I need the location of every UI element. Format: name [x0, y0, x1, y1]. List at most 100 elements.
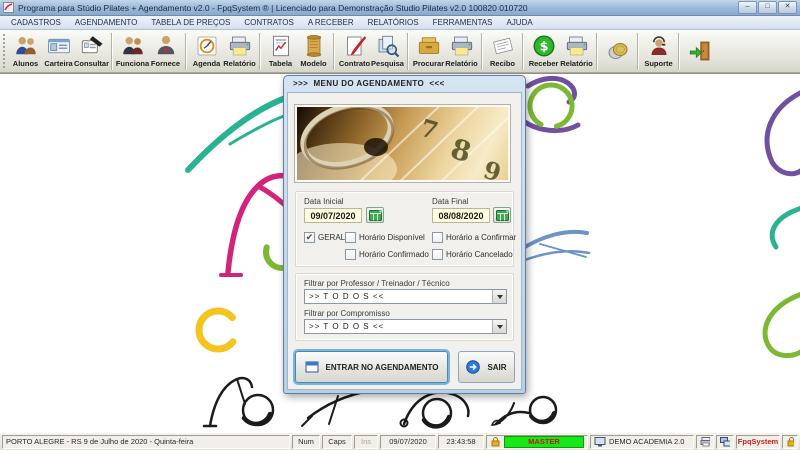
svg-text:$: $ [539, 40, 548, 55]
date-end-label: Data Final [432, 197, 469, 206]
checkbox-horario-disponivel[interactable]: Horário Disponível [345, 232, 425, 243]
report-printer-icon [451, 36, 472, 56]
checkbox-horario-cancelado[interactable]: Horário Cancelado [432, 249, 513, 260]
compromisso-filter-select[interactable]: >> T O D O S << [304, 319, 507, 334]
menu-item-cadastros[interactable]: CADASTROS [4, 16, 68, 30]
toolbar-button-relatorio-receber[interactable]: Relatório [560, 34, 593, 68]
app-icon [3, 2, 14, 13]
lock-icon [787, 437, 794, 447]
status-bar: PORTO ALEGRE - RS 9 de Julho de 2020 - Q… [0, 432, 800, 450]
checkbox-horario-a-confirmar[interactable]: Horário a Confirmar [432, 232, 516, 243]
checkbox-box [345, 249, 356, 260]
menu-item-tabela-de-precos[interactable]: TABELA DE PREÇOS [144, 16, 237, 30]
support-person-icon [651, 36, 666, 55]
toolbar-button-receber[interactable]: $ Receber [527, 34, 560, 68]
search-docs-icon [378, 35, 399, 58]
calendar-icon [495, 210, 509, 221]
toolbar-button-pesquisa[interactable]: Pesquisa [371, 34, 404, 68]
employees-icon [122, 37, 143, 55]
toolbar-button-contrato[interactable]: Contrato [338, 34, 371, 68]
date-start-calendar-button[interactable] [366, 207, 384, 223]
status-caps-lock: Caps [322, 434, 352, 449]
toolbar-separator [481, 32, 483, 70]
entrar-agendamento-button[interactable]: ENTRAR NO AGENDAMENTO [295, 351, 448, 383]
coins-icon [607, 42, 628, 59]
toolbar-button-agenda[interactable]: Agenda [190, 34, 223, 68]
status-date: 09/07/2020 [380, 434, 436, 449]
supplier-icon [157, 35, 174, 55]
id-card-icon [47, 38, 70, 54]
arrow-circle-icon [466, 360, 481, 374]
window-title: Programa para Stúdio Pilates + Agendamen… [18, 2, 528, 13]
svg-text:7: 7 [417, 113, 441, 145]
toolbar-button-tabela[interactable]: Tabela [264, 34, 297, 68]
consult-card-icon [81, 36, 102, 54]
toolbar-button-relatorio-procurar[interactable]: Relatório [445, 34, 478, 68]
toolbar-separator [637, 32, 639, 70]
toolbar-button-funciona[interactable]: Funciona [116, 34, 149, 68]
toolbar-button-relatorio-agenda[interactable]: Relatório [223, 34, 256, 68]
date-end-calendar-button[interactable] [493, 207, 511, 223]
filters-group: Filtrar por Professor / Treinador / Técn… [295, 273, 514, 341]
menu-item-a-receber[interactable]: A RECEBER [301, 16, 361, 30]
status-brand: FpqSystem [736, 434, 780, 449]
scroll-icon [306, 35, 321, 57]
toolbar-button-recibo[interactable]: Recibo [486, 34, 519, 68]
status-network-cell [716, 434, 734, 449]
exit-door-icon [689, 41, 709, 60]
menu-item-ajuda[interactable]: AJUDA [499, 16, 539, 30]
window-icon [305, 361, 319, 373]
agendamento-dialog: >>> MENU DO AGENDAMENTO <<< 7 8 9 Data I… [283, 75, 526, 394]
file-drawer-icon [418, 37, 439, 54]
status-user-badge: MASTER [504, 435, 584, 448]
toolbar-button-carteira[interactable]: Carteira [42, 34, 75, 68]
toolbar-separator [333, 32, 335, 70]
receipt-icon [492, 37, 513, 55]
date-end-field[interactable]: 08/08/2020 [432, 208, 490, 223]
svg-text:8: 8 [447, 132, 475, 169]
toolbar-button-sair-app[interactable] [683, 39, 716, 64]
toolbar-separator [259, 32, 261, 70]
menu-item-ferramentas[interactable]: FERRAMENTAS [426, 16, 500, 30]
dialog-titlebar[interactable]: >>> MENU DO AGENDAMENTO <<< [284, 76, 525, 91]
date-start-field[interactable]: 09/07/2020 [304, 208, 362, 223]
date-start-label: Data Inicial [304, 197, 344, 206]
status-lock-cell [782, 434, 798, 449]
toolbar-button-alunos[interactable]: Alunos [9, 34, 42, 68]
workspace: >>> MENU DO AGENDAMENTO <<< 7 8 9 Data I… [0, 73, 800, 433]
toolbar-button-consultar[interactable]: Consultar [74, 34, 109, 68]
checkbox-geral[interactable]: ✔ GERAL [304, 232, 345, 243]
contract-quill-icon [346, 36, 366, 56]
toolbar-separator [185, 32, 187, 70]
menu-item-relatorios[interactable]: RELATÓRIOS [361, 16, 426, 30]
menu-item-agendamento[interactable]: AGENDAMENTO [68, 16, 145, 30]
checkbox-box [345, 232, 356, 243]
checkbox-horario-confirmado[interactable]: Horário Confirmado [345, 249, 429, 260]
toolbar-separator [522, 32, 524, 70]
toolbar-button-modelo[interactable]: Modelo [297, 34, 330, 68]
status-insert: Ins [354, 434, 378, 449]
window-titlebar[interactable]: Programa para Stúdio Pilates + Agendamen… [0, 0, 800, 16]
professor-filter-select[interactable]: >> T O D O S << [304, 289, 507, 304]
maximize-button[interactable]: □ [758, 1, 777, 14]
status-user-cell: MASTER [486, 434, 588, 449]
sair-button[interactable]: SAIR [458, 351, 515, 383]
status-system-cell: DEMO ACADEMIA 2.0 [590, 434, 694, 449]
toolbar-button-fornece[interactable]: Fornece [149, 34, 182, 68]
minimize-button[interactable]: – [738, 1, 757, 14]
students-icon [15, 37, 36, 55]
checkbox-box [432, 232, 443, 243]
dropdown-arrow-icon [492, 320, 506, 333]
report-printer-icon [566, 36, 587, 56]
table-doc-icon [272, 35, 289, 57]
toolbar-button-procurar[interactable]: Procurar [412, 34, 445, 68]
toolbar-button-suporte[interactable]: Suporte [642, 34, 675, 68]
professor-filter-label: Filtrar por Professor / Treinador / Técn… [304, 279, 450, 288]
close-button[interactable]: ✕ [778, 1, 797, 14]
dates-group: Data Inicial 09/07/2020 Data Final 08/08… [295, 191, 516, 267]
lock-icon [491, 437, 500, 447]
dialog-body: 7 8 9 Data Inicial 09/07/2020 Data Final… [287, 92, 522, 390]
checkbox-box [432, 249, 443, 260]
menu-item-contratos[interactable]: CONTRATOS [237, 16, 300, 30]
toolbar-button-moedas[interactable] [601, 39, 634, 64]
